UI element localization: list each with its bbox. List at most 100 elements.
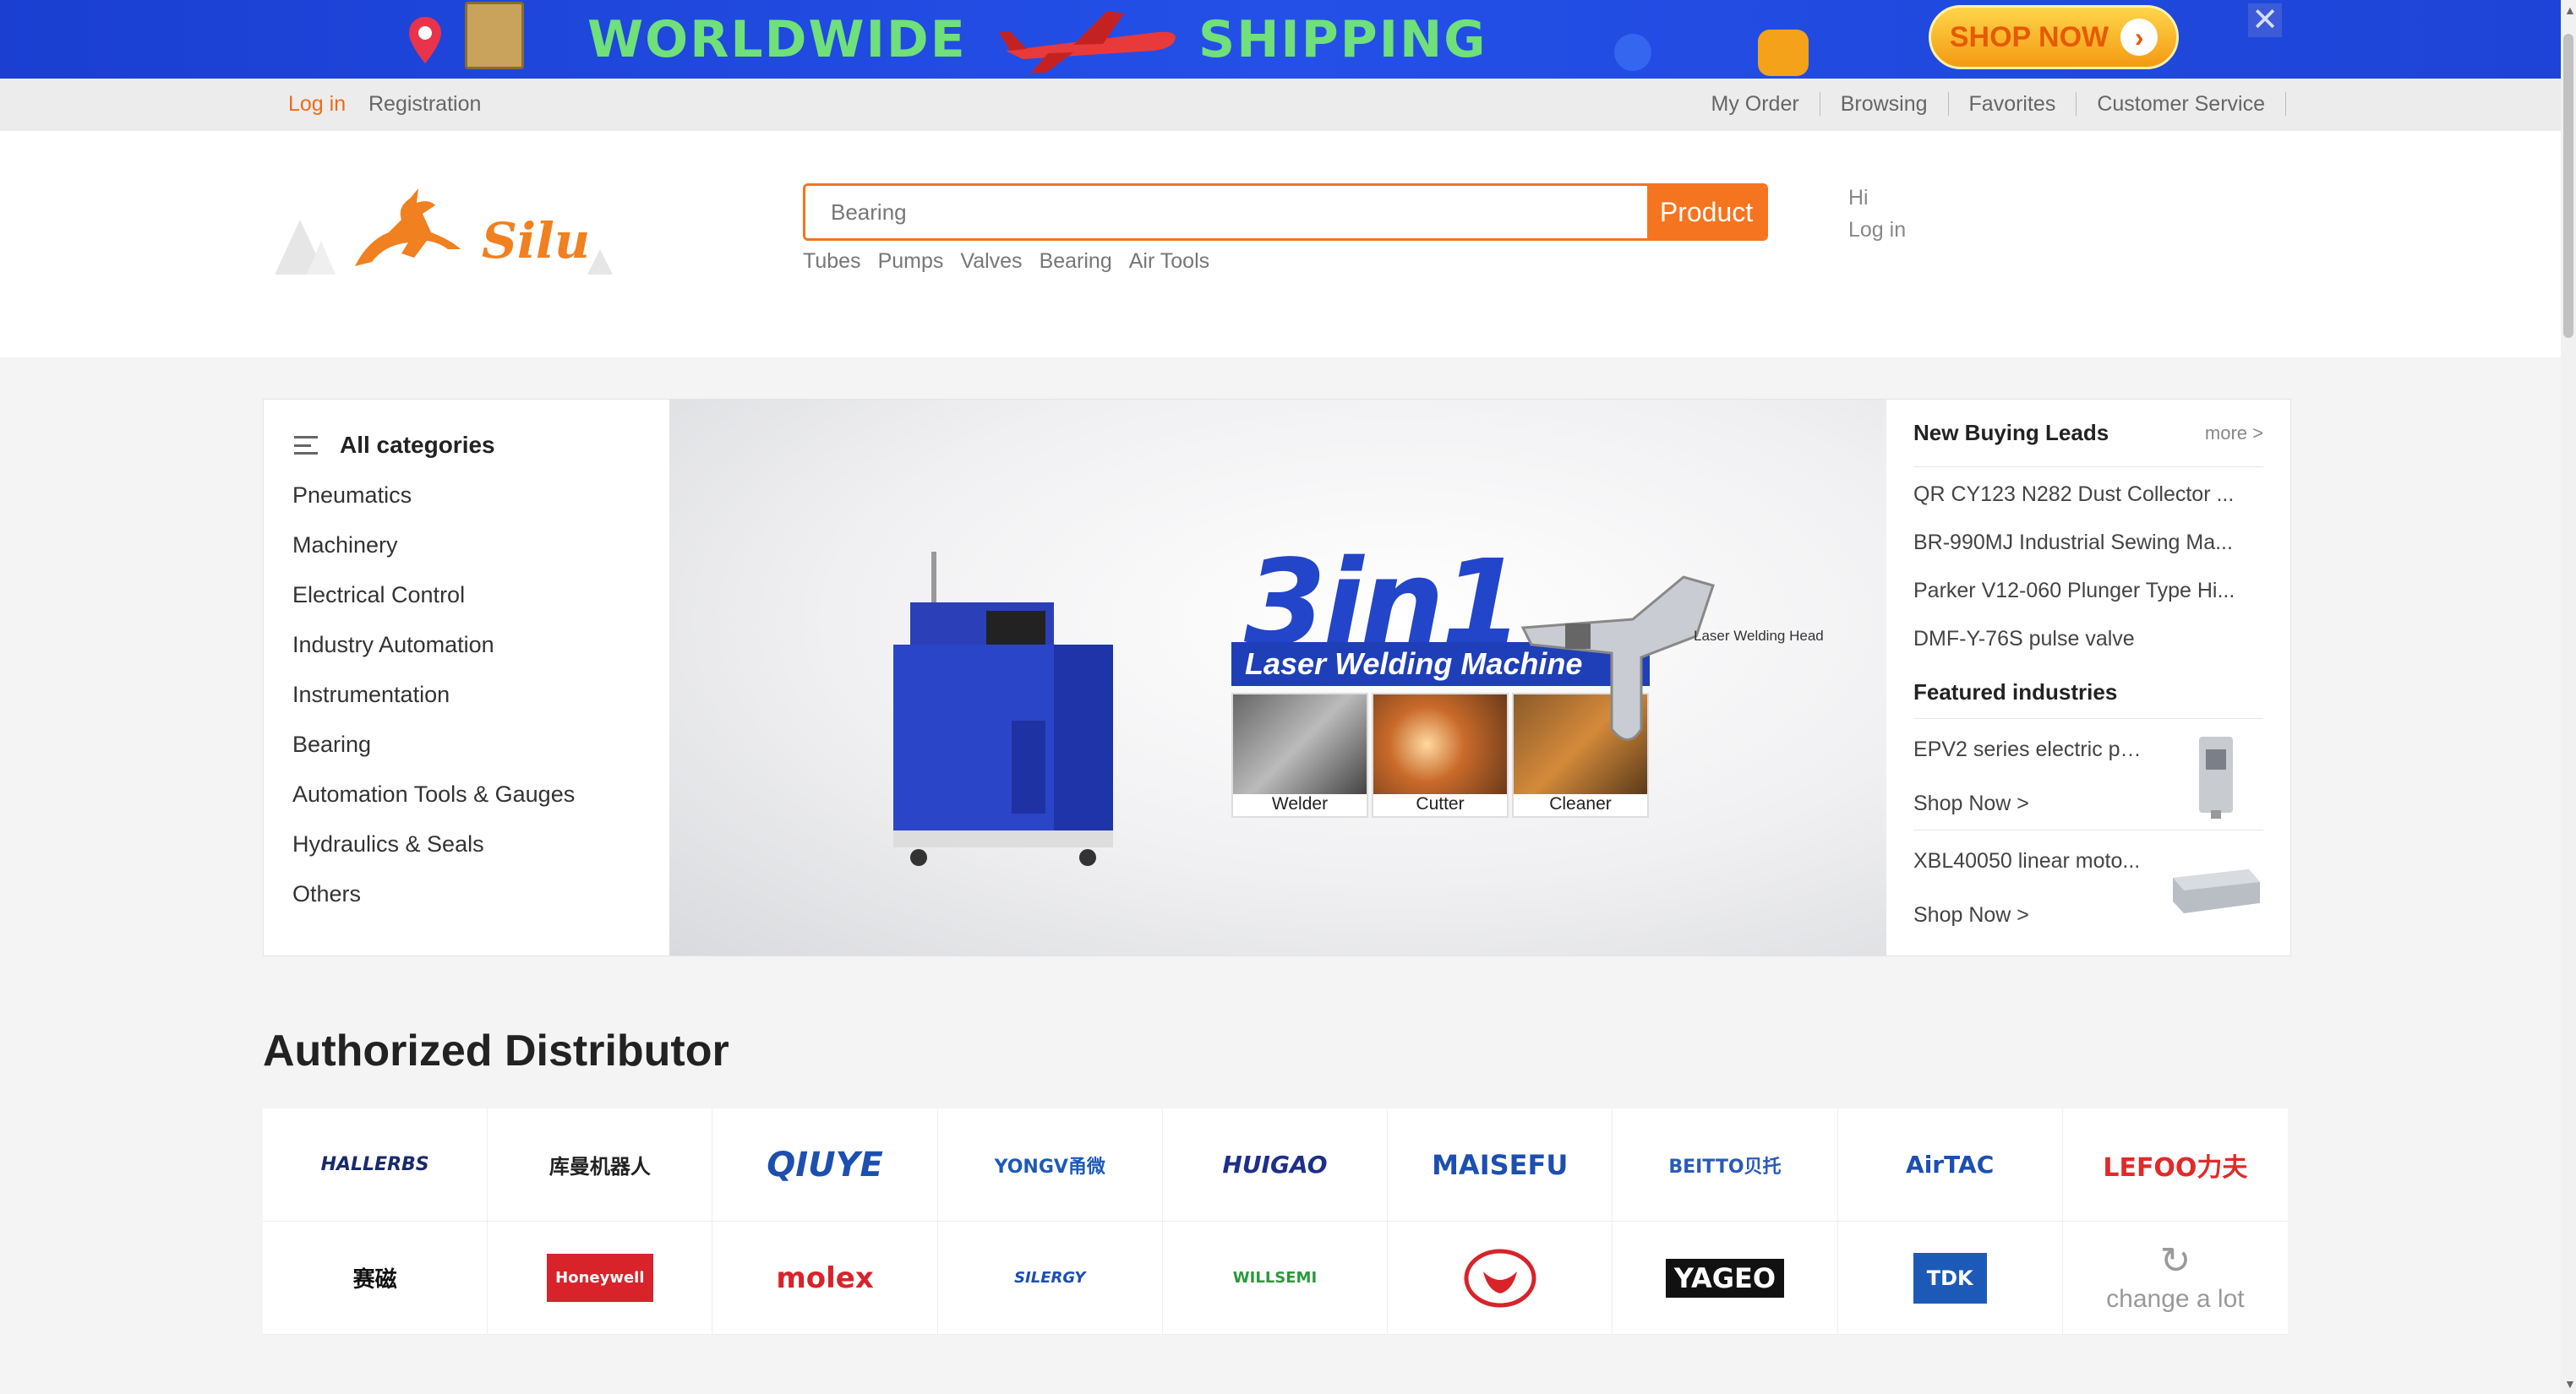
close-icon[interactable]: ✕ (2248, 3, 2282, 37)
head-label: Laser Welding Head (1694, 628, 1824, 644)
hot-words: Tubes Pumps Valves Bearing Air Tools (803, 249, 1209, 274)
decoration-bucket (1758, 30, 1809, 76)
category-electrical-control[interactable]: Electrical Control (292, 570, 669, 620)
browsing-link[interactable]: Browsing (1820, 92, 1949, 116)
shop-now-link[interactable]: Shop Now > (1913, 903, 2029, 928)
category-menu: All categories Pneumatics Machinery Elec… (264, 400, 669, 956)
bull-logo-icon (1464, 1249, 1536, 1307)
brand-tdk[interactable]: TDK (1837, 1222, 2063, 1335)
customer-service-link[interactable]: Customer Service (2077, 92, 2286, 116)
chevron-right-icon: › (2120, 19, 2158, 56)
category-instrumentation[interactable]: Instrumentation (292, 670, 669, 720)
shop-now-button[interactable]: SHOP NOW › (1929, 5, 2179, 69)
lead-item[interactable]: DMF-Y-76S pulse valve (1913, 615, 2263, 663)
buying-leads-panel: New Buying Leads more > QR CY123 N282 Du… (1886, 400, 2290, 956)
brand-molex[interactable]: molex (712, 1222, 938, 1335)
featured-item-name[interactable]: XBL40050 linear moto... (1913, 849, 2142, 874)
hero-banner[interactable]: 3in1 Laser Welding Machine Welder Cutter… (669, 400, 1886, 956)
brand-maisefu-label: MAISEFU (1432, 1148, 1569, 1181)
tile-cleaner-label: Cleaner (1549, 794, 1612, 814)
brand-qiuye-label: QIUYE (767, 1145, 883, 1184)
change-label: change a lot (2106, 1284, 2245, 1313)
scrollbar-thumb[interactable] (2563, 34, 2573, 338)
brand-hallerbs-label: HALLERBS (320, 1154, 429, 1175)
tile-welder: Welder (1231, 693, 1368, 818)
favorites-link[interactable]: Favorites (1949, 92, 2077, 116)
hot-word-tubes[interactable]: Tubes (803, 249, 861, 274)
featured-title: Featured industries (1913, 663, 2263, 719)
top-links: My Order Browsing Favorites Customer Ser… (1691, 92, 2286, 116)
brand-bull-logo[interactable] (1388, 1222, 1613, 1335)
search-button[interactable]: Product (1647, 186, 1766, 238)
promo-text-worldwide: WORLDWIDE (587, 10, 967, 69)
brand-huigao[interactable]: HUIGAO (1162, 1108, 1389, 1222)
main-section: All categories Pneumatics Machinery Elec… (263, 399, 2291, 956)
lead-item[interactable]: BR-990MJ Industrial Sewing Ma... (1913, 519, 2263, 567)
welding-machine-image (893, 552, 1113, 866)
hot-word-pumps[interactable]: Pumps (878, 249, 944, 274)
category-others[interactable]: Others (292, 869, 669, 919)
brand-molex-label: molex (776, 1261, 874, 1295)
tile-welder-label: Welder (1271, 794, 1329, 814)
header: Silu Product Tubes Pumps Valves Bearing … (0, 131, 2561, 357)
categories-title: All categories (340, 432, 495, 458)
login-link[interactable]: Log in (288, 92, 346, 117)
category-automation-tools[interactable]: Automation Tools & Gauges (292, 770, 669, 820)
brand-kuman[interactable]: 库曼机器人 (488, 1108, 713, 1222)
category-industry-automation[interactable]: Industry Automation (292, 620, 669, 670)
refresh-icon: ↻ (2159, 1239, 2191, 1282)
welder-image (1233, 694, 1367, 794)
user-greeting: Hi Log in (1848, 182, 1906, 246)
location-pin-icon (409, 17, 441, 63)
valve-product-image (2199, 737, 2233, 819)
registration-link[interactable]: Registration (368, 92, 481, 117)
brand-lefoo[interactable]: LEFOO力夫 (2062, 1108, 2288, 1222)
greeting-text: Hi (1848, 186, 1869, 210)
shop-now-link[interactable]: Shop Now > (1913, 792, 2029, 816)
parcel-boxes-icon (465, 2, 524, 69)
header-login-link[interactable]: Log in (1848, 214, 1906, 246)
lead-item[interactable]: Parker V12-060 Plunger Type Hi... (1913, 567, 2263, 615)
scroll-down-icon[interactable]: ▼ (2564, 1377, 2576, 1391)
category-pneumatics[interactable]: Pneumatics (292, 471, 669, 520)
brand-saici[interactable]: 赛磁 (263, 1222, 488, 1335)
hot-word-valves[interactable]: Valves (960, 249, 1022, 274)
search-input[interactable] (805, 186, 1647, 238)
brand-honeywell[interactable]: Honeywell (488, 1222, 713, 1335)
featured-item[interactable]: XBL40050 linear moto... Shop Now > (1913, 830, 2263, 942)
category-bearing[interactable]: Bearing (292, 720, 669, 770)
category-machinery[interactable]: Machinery (292, 520, 669, 570)
cutter-image (1373, 694, 1507, 794)
my-order-link[interactable]: My Order (1691, 92, 1820, 116)
top-bar: Log in Registration My Order Browsing Fa… (0, 79, 2561, 131)
brand-qiuye[interactable]: QIUYE (712, 1108, 938, 1222)
site-logo[interactable]: Silu (275, 182, 621, 283)
brand-beitto-label: BEITTO贝托 (1668, 1156, 1782, 1178)
featured-item[interactable]: EPV2 series electric pr... Shop Now > (1913, 719, 2263, 830)
change-brands-button[interactable]: ↻ change a lot (2062, 1222, 2288, 1335)
brand-yageo[interactable]: YAGEO (1613, 1222, 1838, 1335)
promo-text-shipping: SHIPPING (1198, 10, 1487, 69)
hot-word-air-tools[interactable]: Air Tools (1129, 249, 1209, 274)
brand-silergy[interactable]: SILERGY (937, 1222, 1163, 1335)
lead-item[interactable]: QR CY123 N282 Dust Collector ... (1913, 471, 2263, 519)
featured-item-name[interactable]: EPV2 series electric pr... (1913, 738, 2142, 762)
brand-willsemi[interactable]: WILLSEMI (1162, 1222, 1389, 1335)
brand-kuman-label: 库曼机器人 (548, 1155, 651, 1179)
brand-airtac[interactable]: AirTAC (1837, 1108, 2063, 1222)
search-bar: Product (803, 183, 1768, 241)
brand-hallerbs[interactable]: HALLERBS (263, 1108, 488, 1222)
scroll-up-icon[interactable]: ▲ (2564, 3, 2576, 17)
leads-more-link[interactable]: more > (2205, 422, 2263, 444)
brand-beitto[interactable]: BEITTO贝托 (1613, 1108, 1838, 1222)
brand-maisefu[interactable]: MAISEFU (1388, 1108, 1613, 1222)
scrollbar[interactable]: ▲ ▼ (2561, 0, 2576, 1394)
categories-header[interactable]: All categories (294, 432, 669, 459)
brand-yongv[interactable]: YONGV甬微 (937, 1108, 1163, 1222)
brand-huigao-label: HUIGAO (1222, 1151, 1328, 1179)
promo-banner[interactable]: WORLDWIDE SHIPPING SHOP NOW › ✕ (0, 0, 2561, 79)
hot-word-bearing[interactable]: Bearing (1040, 249, 1112, 274)
linear-motor-image (2173, 869, 2260, 913)
airplane-icon (999, 11, 1176, 73)
category-hydraulics-seals[interactable]: Hydraulics & Seals (292, 820, 669, 869)
